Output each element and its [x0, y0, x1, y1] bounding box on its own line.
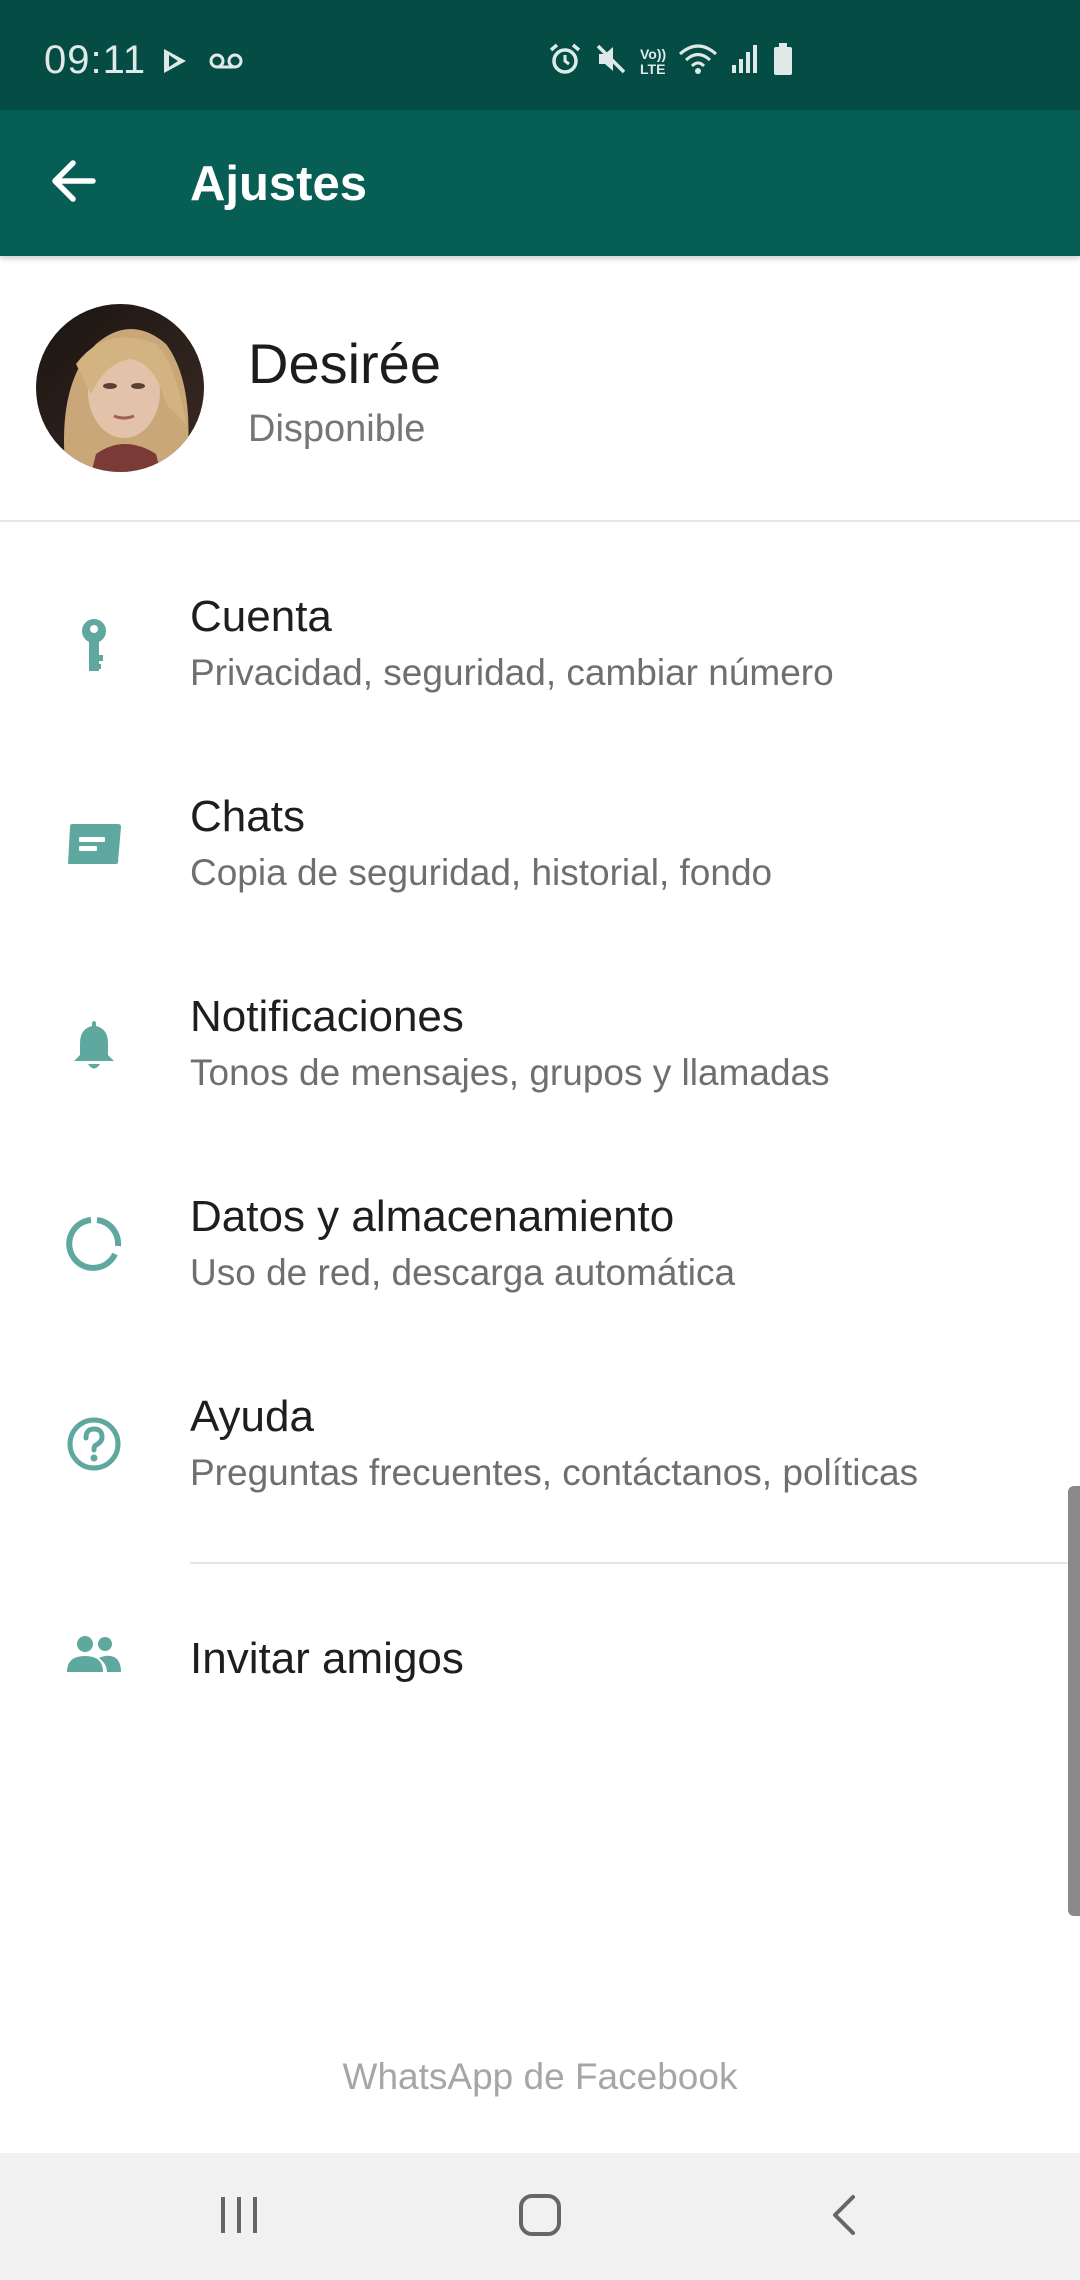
recent-apps-button[interactable]: [189, 2181, 289, 2253]
wifi-icon: [678, 42, 718, 81]
invite-friends-item[interactable]: Invitar amigos: [0, 1564, 1080, 1754]
alarm-icon: [548, 42, 582, 81]
recent-apps-icon: [217, 2195, 261, 2240]
settings-item-title: Ayuda: [190, 1392, 314, 1441]
home-icon: [517, 2192, 563, 2243]
voicemail-icon: [208, 51, 244, 76]
settings-list: Cuenta Privacidad, seguridad, cambiar nú…: [0, 520, 1080, 1520]
settings-item-title: Notificaciones: [190, 992, 464, 1041]
back-icon: [829, 2193, 859, 2242]
settings-item-title: Datos y almacenamiento: [190, 1192, 675, 1241]
status-time: 09:11: [44, 38, 147, 82]
arrow-back-icon: [51, 159, 97, 207]
status-bar: 09:11 Vo)) LTE: [0, 0, 1080, 110]
mute-icon: [594, 42, 628, 81]
system-back-button[interactable]: [794, 2181, 894, 2253]
settings-item-title: Chats: [190, 792, 305, 841]
volte-label-top: Vo)): [640, 45, 667, 62]
settings-item-title: Cuenta: [190, 592, 332, 641]
settings-item-subtitle: Preguntas frecuentes, contáctanos, polít…: [190, 1452, 919, 1493]
profile-status: Disponible: [248, 408, 426, 450]
settings-item-subtitle: Tonos de mensajes, grupos y llamadas: [190, 1052, 830, 1093]
avatar[interactable]: [36, 304, 204, 472]
settings-item-ayuda[interactable]: Ayuda Preguntas frecuentes, contáctanos,…: [0, 1320, 1080, 1520]
page-title: Ajustes: [190, 157, 368, 211]
nav-bar: [0, 2153, 1080, 2280]
settings-item-notificaciones[interactable]: Notificaciones Tonos de mensajes, grupos…: [0, 920, 1080, 1120]
bell-icon: [56, 1006, 132, 1082]
settings-item-subtitle: Privacidad, seguridad, cambiar número: [190, 652, 834, 693]
volte-icon: Vo)) LTE: [640, 45, 667, 77]
settings-item-subtitle: Uso de red, descarga automática: [190, 1252, 736, 1293]
scrollbar[interactable]: [1068, 1486, 1080, 1916]
settings-item-datos[interactable]: Datos y almacenamiento Uso de red, desca…: [0, 1120, 1080, 1320]
play-store-icon: [160, 46, 190, 81]
invite-friends-label: Invitar amigos: [190, 1634, 464, 1683]
profile-name: Desirée: [248, 332, 441, 395]
people-icon: [56, 1616, 132, 1692]
status-left-icons: [160, 46, 244, 81]
signal-icon: [730, 43, 760, 80]
help-icon: [56, 1406, 132, 1482]
footer-text: WhatsApp de Facebook: [342, 2056, 738, 2097]
app-bar: Ajustes: [0, 110, 1080, 256]
chat-icon: [56, 806, 132, 882]
settings-item-subtitle: Copia de seguridad, historial, fondo: [190, 852, 773, 893]
volte-label-bottom: LTE: [640, 60, 666, 77]
home-button[interactable]: [490, 2181, 590, 2253]
data-usage-icon: [56, 1206, 132, 1282]
profile-row[interactable]: Desirée Disponible: [0, 256, 1080, 522]
status-right-icons: Vo)) LTE: [548, 42, 794, 81]
settings-item-chats[interactable]: Chats Copia de seguridad, historial, fon…: [0, 720, 1080, 920]
key-icon: [56, 608, 132, 684]
back-button[interactable]: [30, 145, 118, 221]
settings-item-cuenta[interactable]: Cuenta Privacidad, seguridad, cambiar nú…: [0, 520, 1080, 720]
battery-icon: [772, 42, 794, 81]
